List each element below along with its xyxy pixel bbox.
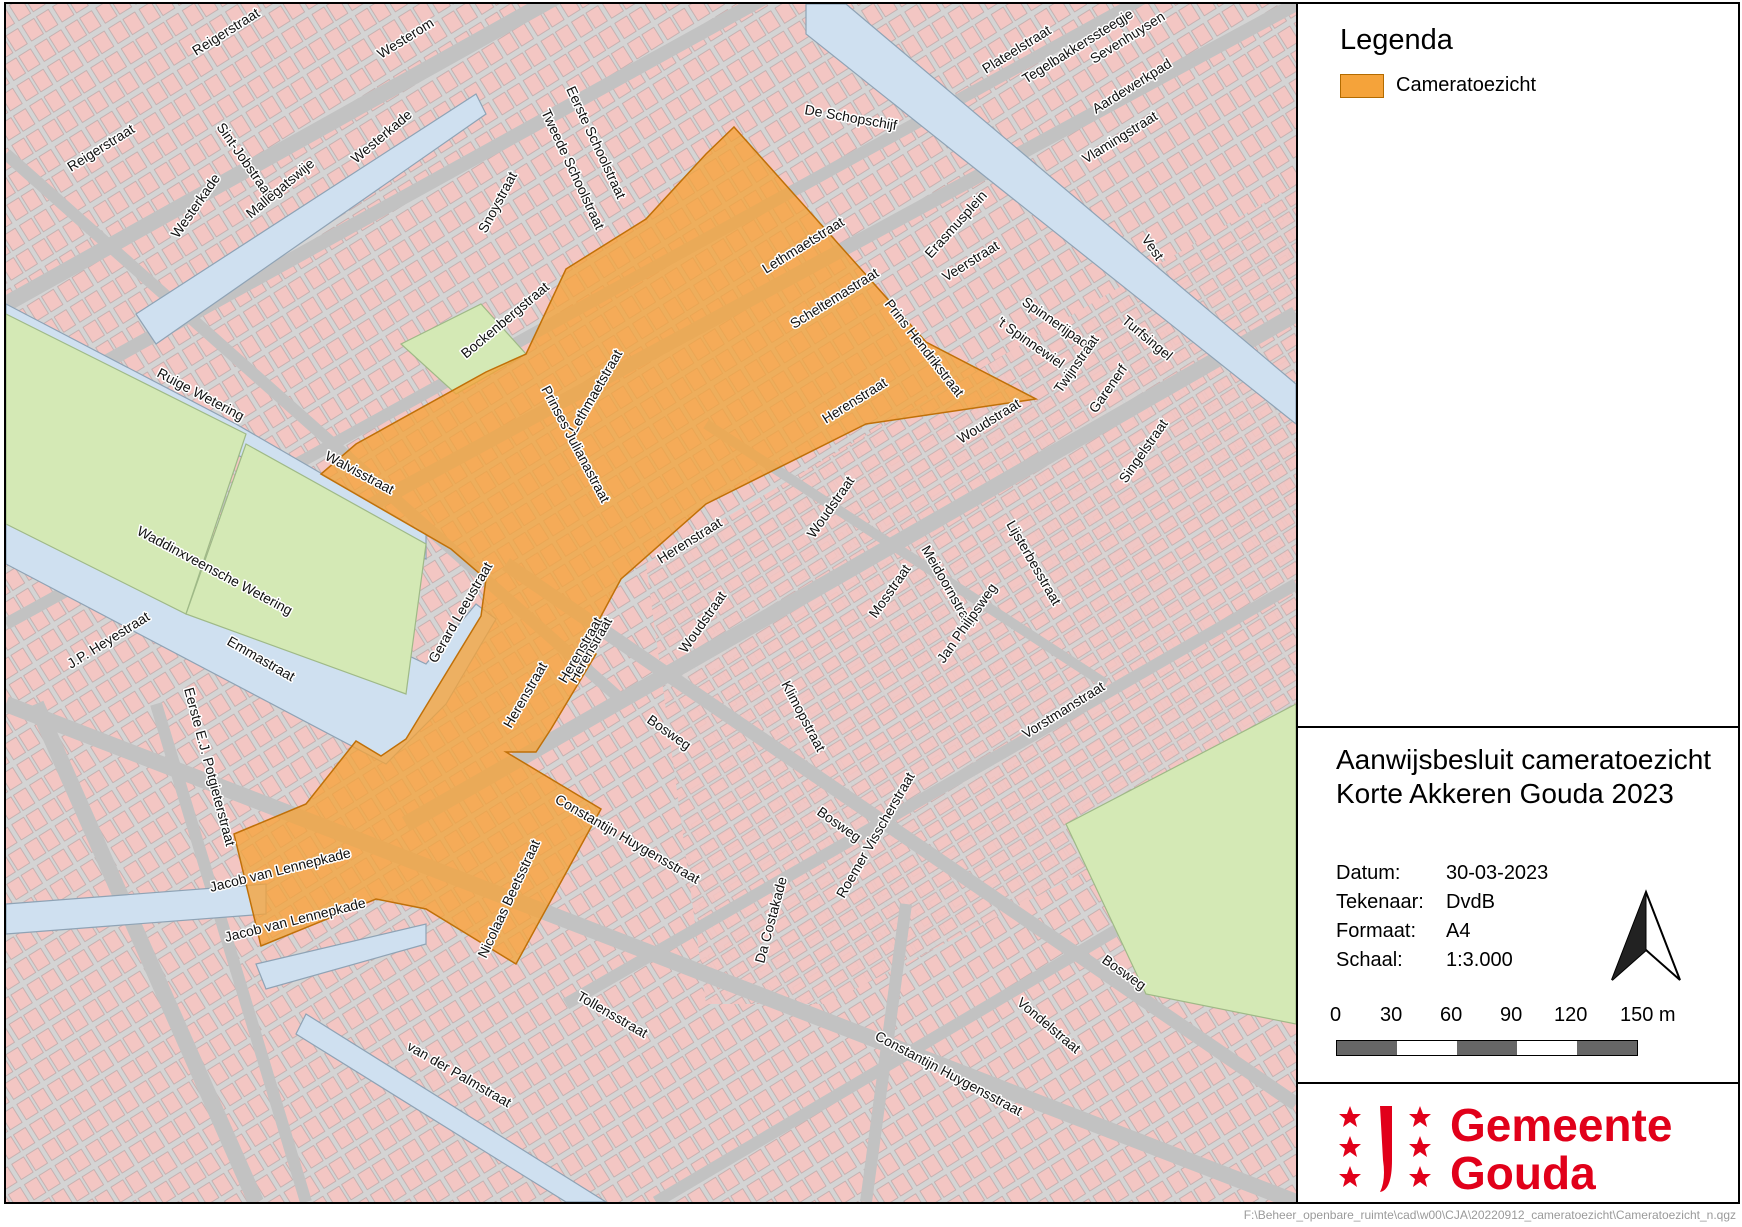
- meta-key-datum: Datum:: [1336, 862, 1401, 884]
- meta-key-tekenaar: Tekenaar:: [1336, 891, 1424, 913]
- north-arrow-icon: [1611, 889, 1681, 981]
- meta-value-schaal: 1:3.000: [1446, 949, 1513, 971]
- legend-item-label: Cameratoezicht: [1396, 74, 1537, 96]
- scale-tick: 0: [1330, 1004, 1342, 1026]
- map-canvas[interactable]: Reigerstraat Westerom Reigerstraat Sint-…: [4, 2, 1298, 1204]
- scale-tick: 90: [1500, 1004, 1523, 1026]
- legend: Legenda Cameratoezicht: [1298, 4, 1738, 728]
- meta-key-formaat: Formaat:: [1336, 920, 1417, 942]
- scale-bar: [1336, 1040, 1638, 1056]
- meta-key-schaal: Schaal:: [1336, 949, 1403, 971]
- scale-tick: 30: [1380, 1004, 1403, 1026]
- meta-value-datum: 30-03-2023: [1446, 862, 1549, 884]
- map-info: Aanwijsbesluit cameratoezicht Korte Akke…: [1298, 728, 1738, 1084]
- file-path: F:\Beheer_openbare_ruimte\cad\w00\CJA\20…: [1243, 1208, 1736, 1222]
- legend-title: Legenda: [1340, 24, 1453, 56]
- meta-value-formaat: A4: [1446, 920, 1471, 942]
- scale-tick: 150 m: [1620, 1004, 1676, 1026]
- scale-tick: 120: [1554, 1004, 1588, 1026]
- legend-swatch: [1340, 74, 1384, 98]
- scale-tick: 60: [1440, 1004, 1463, 1026]
- gouda-crest-icon: [1339, 1106, 1431, 1192]
- logo-text-gemeente: Gemeente: [1450, 1099, 1673, 1151]
- municipality-logo: Gemeente Gouda: [1298, 1084, 1738, 1204]
- map-title: Aanwijsbesluit cameratoezicht: [1336, 744, 1712, 775]
- map-subtitle: Korte Akkeren Gouda 2023: [1336, 778, 1674, 809]
- logo-text-gouda: Gouda: [1450, 1147, 1596, 1199]
- meta-value-tekenaar: DvdB: [1446, 891, 1495, 913]
- side-panel: Legenda Cameratoezicht Aanwijsbesluit ca…: [1298, 2, 1740, 1204]
